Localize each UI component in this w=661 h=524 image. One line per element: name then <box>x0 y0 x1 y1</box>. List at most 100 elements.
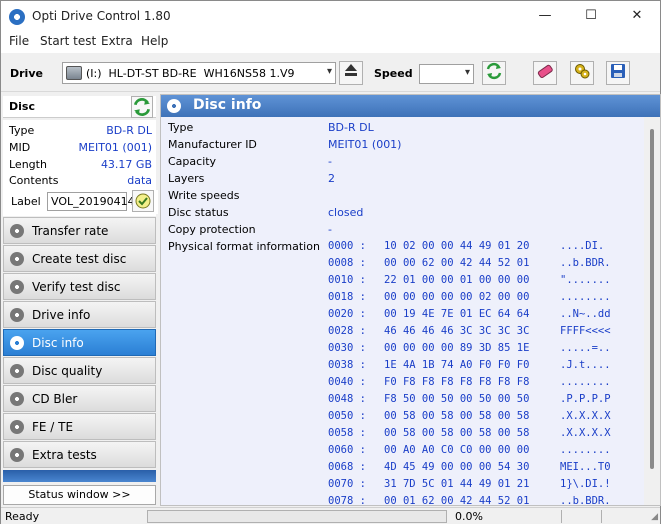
info-key: Write speeds <box>168 189 240 202</box>
info-row: Disc status closed <box>168 204 638 221</box>
drive-select[interactable]: (I:) HL-DT-ST BD-RE WH16NS58 1.V9 ▾ <box>62 62 336 84</box>
hex-bytes: 31 7D 5C 01 44 49 01 21 <box>384 478 530 490</box>
app-disc-icon <box>9 9 25 25</box>
refresh-speeds-button[interactable] <box>482 61 506 85</box>
hex-offset: 0030 : <box>328 342 366 354</box>
disc-prop-row: Length 43.17 GB <box>9 158 152 174</box>
scrollbar-thumb[interactable] <box>650 129 654 469</box>
nav-disc-quality[interactable]: Disc quality <box>3 357 156 384</box>
eraser-icon <box>537 64 553 79</box>
hex-ascii: ..b.BDR. <box>560 257 611 269</box>
hex-offset: 0078 : <box>328 495 366 505</box>
nav-label: Verify test disc <box>32 280 121 294</box>
nav-fill-bar <box>3 470 156 482</box>
disc-info-panel: Disc info Type BD-R DL Manufacturer ID MEI… <box>160 94 661 506</box>
hex-bytes: 00 A0 A0 C0 C0 00 00 00 <box>384 444 530 456</box>
menu-start-test[interactable]: Start test <box>40 34 96 48</box>
erase-button[interactable] <box>533 61 557 85</box>
hex-offset: 0048 : <box>328 393 366 405</box>
disc-label-field[interactable]: VOL_20190414 <box>47 192 135 211</box>
hex-offset: 0018 : <box>328 291 366 303</box>
nav-extra-tests[interactable]: Extra tests <box>3 441 156 468</box>
nav-create-test-disc[interactable]: Create test disc <box>3 245 156 272</box>
nav-label: Disc info <box>32 336 84 350</box>
hex-offset: 0050 : <box>328 410 366 422</box>
nav-label: Disc quality <box>32 364 103 378</box>
hex-ascii: ........ <box>560 444 611 456</box>
info-row: Copy protection - <box>168 221 638 238</box>
disc-prop-key: Length <box>9 158 47 171</box>
hex-ascii: MEI...T0 <box>560 461 611 473</box>
hex-bytes: 22 01 00 00 01 00 00 00 <box>384 274 530 286</box>
nav-label: Extra tests <box>32 448 97 462</box>
disc-icon <box>10 252 24 266</box>
disc-prop-value: data <box>127 174 152 187</box>
save-button[interactable] <box>606 61 630 85</box>
hex-bytes: F0 F8 F8 F8 F8 F8 F8 F8 <box>384 376 530 388</box>
hex-ascii: FFFF<<<< <box>560 325 611 337</box>
resize-grip-icon[interactable]: ◢ <box>651 512 658 522</box>
refresh-arrows-icon <box>486 62 502 80</box>
status-window-button[interactable]: Status window >> <box>3 485 156 505</box>
close-button[interactable]: ✕ <box>614 1 660 31</box>
disc-label-row: Label VOL_20190414 <box>5 190 158 214</box>
info-row: Capacity - <box>168 153 638 170</box>
hex-ascii: ..N~..dd <box>560 308 611 320</box>
settings-button[interactable] <box>570 61 594 85</box>
status-divider <box>561 510 562 523</box>
nav-fe-te[interactable]: FE / TE <box>3 413 156 440</box>
hex-offset: 0038 : <box>328 359 366 371</box>
info-value: BD-R DL <box>328 121 374 134</box>
hex-offset: 0010 : <box>328 274 366 286</box>
nav-drive-info[interactable]: Drive info <box>3 301 156 328</box>
chevron-down-icon: ▾ <box>464 67 470 78</box>
disc-prop-key: Contents <box>9 174 59 187</box>
menu-file[interactable]: File <box>9 34 29 48</box>
maximize-button[interactable]: ☐ <box>568 1 614 31</box>
hex-ascii: .J.t.... <box>560 359 611 371</box>
floppy-disk-icon <box>611 64 625 78</box>
hex-bytes: 00 01 62 00 42 44 52 01 <box>384 495 530 505</box>
hex-offset: 0058 : <box>328 427 366 439</box>
chevron-down-icon: ▾ <box>326 66 332 77</box>
menu-extra[interactable]: Extra <box>101 34 133 48</box>
toolbar: Drive (I:) HL-DT-ST BD-RE WH16NS58 1.V9 … <box>1 54 660 92</box>
nav-cd-bler[interactable]: CD Bler <box>3 385 156 412</box>
nav-label: Transfer rate <box>32 224 109 238</box>
info-row: Write speeds <box>168 187 638 204</box>
eject-icon <box>345 64 357 76</box>
minimize-button[interactable]: — <box>522 1 568 31</box>
vertical-scrollbar[interactable] <box>644 117 660 505</box>
menu-help[interactable]: Help <box>141 34 168 48</box>
disc-icon <box>10 336 24 350</box>
hex-offset: 0008 : <box>328 257 366 269</box>
hex-offset: 0070 : <box>328 478 366 490</box>
speed-select[interactable]: ▾ <box>419 64 474 84</box>
refresh-arrows-icon <box>133 98 151 116</box>
info-key: Disc status <box>168 206 229 219</box>
disc-check-icon <box>135 193 151 209</box>
hex-ascii: .X.X.X.X <box>560 427 611 439</box>
hex-ascii: .....=.. <box>560 342 611 354</box>
disc-prop-row: Contents data <box>9 174 152 190</box>
refresh-disc-button[interactable] <box>131 96 153 118</box>
disc-info-content: Type BD-R DL Manufacturer ID MEIT01 (001) … <box>161 117 644 505</box>
progress-percent: 0.0% <box>455 510 483 523</box>
gears-icon <box>575 64 590 79</box>
info-value: MEIT01 (001) <box>328 138 402 151</box>
hex-offset: 0068 : <box>328 461 366 473</box>
disc-header-title: Disc <box>9 100 35 113</box>
hex-offset: 0028 : <box>328 325 366 337</box>
apply-label-button[interactable] <box>132 190 154 212</box>
nav-disc-info[interactable]: Disc info <box>3 329 156 356</box>
nav-verify-test-disc[interactable]: Verify test disc <box>3 273 156 300</box>
disc-icon <box>10 364 24 378</box>
info-key: Layers <box>168 172 205 185</box>
disc-prop-row: MID MEIT01 (001) <box>9 141 152 157</box>
hex-offset: 0060 : <box>328 444 366 456</box>
eject-button[interactable] <box>339 61 363 85</box>
nav-transfer-rate[interactable]: Transfer rate <box>3 217 156 244</box>
disc-prop-key: MID <box>9 141 31 154</box>
left-panel: Disc Type BD-R DL MID MEIT01 (001) Lengt… <box>1 94 158 506</box>
info-key: Capacity <box>168 155 217 168</box>
